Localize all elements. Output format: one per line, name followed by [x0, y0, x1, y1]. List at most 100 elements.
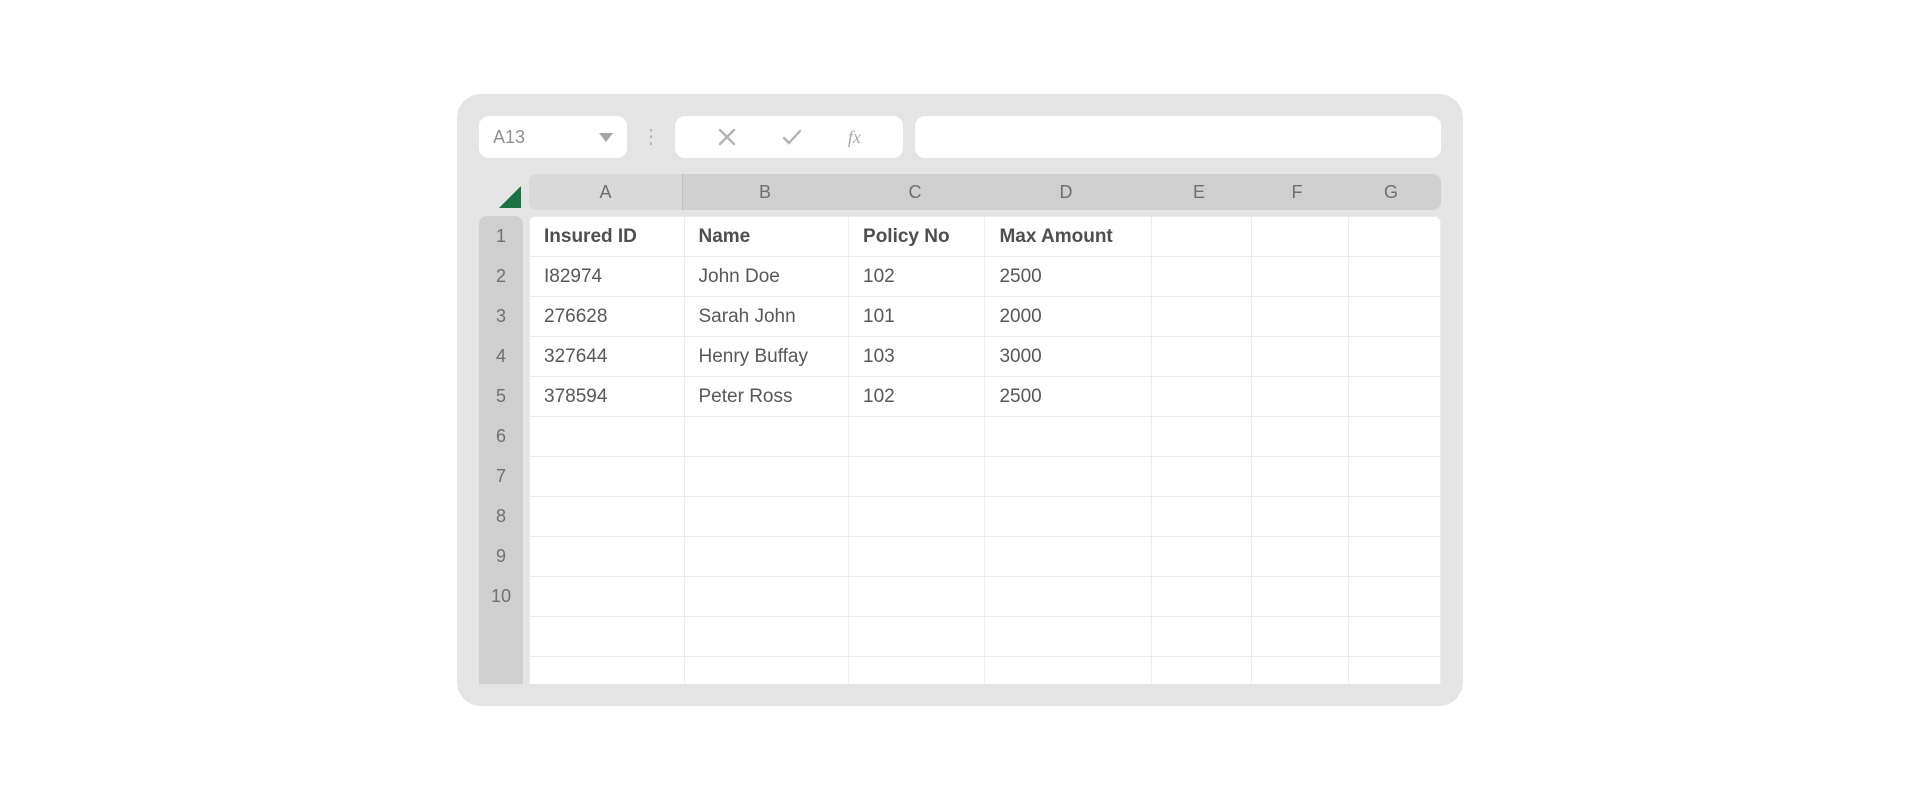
cell[interactable] — [1348, 657, 1440, 685]
cell[interactable]: 2500 — [985, 377, 1152, 417]
cell[interactable] — [1152, 617, 1252, 657]
cell[interactable] — [1348, 297, 1440, 337]
select-all-corner[interactable] — [479, 174, 523, 210]
cell[interactable] — [1348, 337, 1440, 377]
cell[interactable]: Max Amount — [985, 217, 1152, 257]
cell[interactable] — [1348, 217, 1440, 257]
row-head-6[interactable]: 6 — [479, 416, 523, 456]
cell[interactable]: Policy No — [849, 217, 985, 257]
col-head-a[interactable]: A — [529, 174, 683, 210]
cell[interactable]: 102 — [849, 377, 985, 417]
formula-input[interactable] — [915, 116, 1441, 158]
cell[interactable] — [1252, 297, 1348, 337]
cell[interactable]: John Doe — [684, 257, 849, 297]
cell[interactable]: 103 — [849, 337, 985, 377]
col-head-e[interactable]: E — [1149, 174, 1249, 210]
cell[interactable] — [530, 657, 685, 685]
cell[interactable] — [1252, 217, 1348, 257]
cell[interactable] — [1252, 417, 1348, 457]
cell[interactable] — [1348, 457, 1440, 497]
row-head-10[interactable]: 10 — [479, 576, 523, 616]
cell[interactable] — [849, 497, 985, 537]
cell[interactable] — [849, 657, 985, 685]
cell[interactable] — [985, 417, 1152, 457]
cell[interactable]: Name — [684, 217, 849, 257]
cell[interactable] — [1252, 657, 1348, 685]
cell[interactable] — [684, 577, 849, 617]
col-head-d[interactable]: D — [983, 174, 1149, 210]
cell[interactable]: 2500 — [985, 257, 1152, 297]
cell[interactable] — [1152, 497, 1252, 537]
cell[interactable] — [1252, 377, 1348, 417]
row-head-2[interactable]: 2 — [479, 256, 523, 296]
name-box[interactable]: A13 — [479, 116, 627, 158]
cell[interactable] — [849, 617, 985, 657]
cell[interactable] — [1152, 657, 1252, 685]
dropdown-icon[interactable] — [599, 133, 613, 142]
row-head-7[interactable]: 7 — [479, 456, 523, 496]
cell[interactable] — [684, 617, 849, 657]
cell[interactable] — [1152, 297, 1252, 337]
cell[interactable] — [1152, 337, 1252, 377]
row-head-1[interactable]: 1 — [479, 216, 523, 256]
cell[interactable]: 101 — [849, 297, 985, 337]
cell[interactable] — [530, 537, 685, 577]
cell[interactable] — [985, 457, 1152, 497]
row-head-9[interactable]: 9 — [479, 536, 523, 576]
fx-icon[interactable]: fx — [848, 127, 861, 148]
cell[interactable] — [849, 577, 985, 617]
row-head-8[interactable]: 8 — [479, 496, 523, 536]
row-head-4[interactable]: 4 — [479, 336, 523, 376]
cell[interactable] — [684, 497, 849, 537]
cell[interactable] — [849, 417, 985, 457]
cell[interactable]: Sarah John — [684, 297, 849, 337]
cell[interactable] — [849, 457, 985, 497]
cell[interactable] — [1252, 337, 1348, 377]
cell[interactable] — [985, 537, 1152, 577]
cell[interactable]: Peter Ross — [684, 377, 849, 417]
row-head-5[interactable]: 5 — [479, 376, 523, 416]
cell[interactable] — [1152, 537, 1252, 577]
cell[interactable] — [1152, 377, 1252, 417]
cell[interactable] — [985, 577, 1152, 617]
cell[interactable] — [530, 577, 685, 617]
cell[interactable] — [684, 417, 849, 457]
cell[interactable] — [1252, 497, 1348, 537]
cell[interactable] — [985, 657, 1152, 685]
cell[interactable] — [1152, 257, 1252, 297]
cell[interactable] — [530, 497, 685, 537]
col-head-b[interactable]: B — [683, 174, 847, 210]
accept-icon[interactable] — [781, 127, 803, 147]
cell[interactable] — [1152, 457, 1252, 497]
cell[interactable]: Henry Buffay — [684, 337, 849, 377]
cell[interactable]: 102 — [849, 257, 985, 297]
cell[interactable] — [985, 617, 1152, 657]
col-head-f[interactable]: F — [1249, 174, 1345, 210]
cell[interactable]: 276628 — [530, 297, 685, 337]
cell[interactable] — [1252, 257, 1348, 297]
cells-area[interactable]: Insured ID Name Policy No Max Amount I82… — [529, 216, 1441, 684]
cell[interactable] — [985, 497, 1152, 537]
cell[interactable] — [1348, 617, 1440, 657]
cell[interactable] — [684, 657, 849, 685]
cell[interactable] — [1348, 377, 1440, 417]
cell[interactable] — [1252, 537, 1348, 577]
cell[interactable] — [1348, 497, 1440, 537]
cell[interactable] — [684, 537, 849, 577]
cell[interactable] — [849, 537, 985, 577]
cell[interactable]: 327644 — [530, 337, 685, 377]
cell[interactable] — [1348, 257, 1440, 297]
cell[interactable] — [1152, 577, 1252, 617]
cell[interactable]: 2000 — [985, 297, 1152, 337]
cell[interactable] — [1252, 577, 1348, 617]
cell[interactable] — [1348, 537, 1440, 577]
cell[interactable] — [1152, 417, 1252, 457]
cell[interactable] — [1252, 457, 1348, 497]
col-head-c[interactable]: C — [847, 174, 983, 210]
cell[interactable]: I82974 — [530, 257, 685, 297]
cell[interactable] — [684, 457, 849, 497]
cell[interactable]: Insured ID — [530, 217, 685, 257]
cell[interactable] — [530, 617, 685, 657]
cell[interactable] — [1152, 217, 1252, 257]
row-head-3[interactable]: 3 — [479, 296, 523, 336]
